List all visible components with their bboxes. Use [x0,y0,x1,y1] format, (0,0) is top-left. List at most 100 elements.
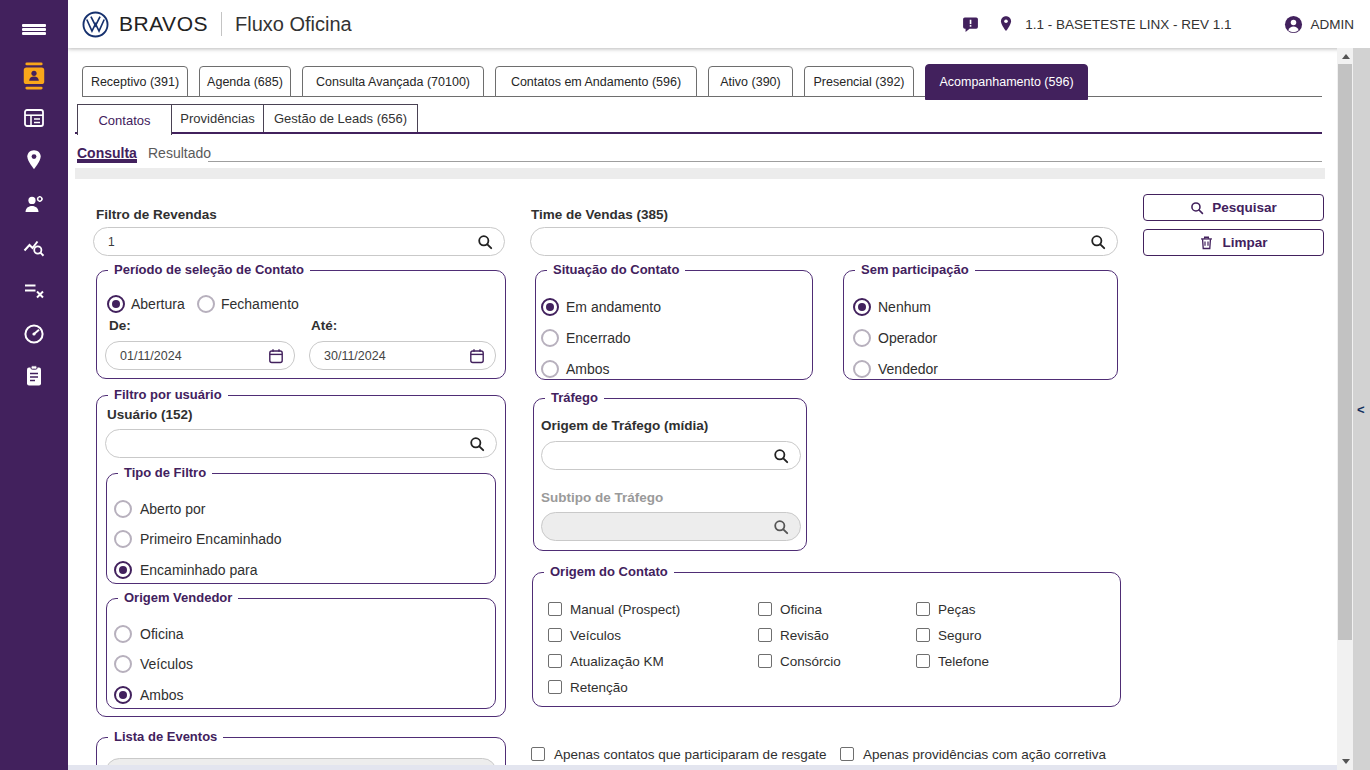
search-icon[interactable] [469,436,485,452]
checkbox-resgate[interactable] [531,747,545,761]
origem-vendedor-legend: Origem Vendedor [118,590,238,606]
sidebar-item-user-settings[interactable] [21,191,47,217]
checkbox-oficina[interactable] [758,602,772,616]
tab-acompanhamento[interactable]: Acompanhamento (596) [925,64,1088,100]
header-divider [221,12,222,36]
usuario-input[interactable] [105,429,497,458]
vertical-scrollbar[interactable] [1337,48,1353,770]
chart-search-icon [22,236,46,260]
calendar-icon[interactable] [268,348,284,364]
tab-gestao-de-leads[interactable]: Gestão de Leads (656) [263,104,418,132]
tab-contatos[interactable]: Contatos [77,104,172,135]
radio-abertura[interactable] [107,295,125,313]
scroll-up-arrow[interactable] [1342,54,1350,59]
checkbox-manual-prospect[interactable] [548,602,562,616]
date-to-input[interactable]: 30/11/2024 [309,341,496,370]
user-settings-icon [22,192,46,216]
sidebar [0,0,68,770]
sidebar-item-list[interactable] [21,105,47,131]
trafego-legend: Tráfego [545,390,604,406]
origem-contato-legend: Origem do Contato [544,564,674,580]
tipo-filtro-legend: Tipo de Filtro [118,465,212,481]
sidebar-item-analytics[interactable] [21,235,47,261]
scroll-down-arrow[interactable] [1342,759,1350,764]
tab-providencias[interactable]: Providências [171,104,264,132]
filtro-usuario-fieldset: Filtro por usuário Usuário (152) Tipo de… [96,395,506,717]
trafego-fieldset: Tráfego Origem de Tráfego (mídia) Subtip… [533,398,807,551]
list-x-icon [22,278,46,302]
situacao-fieldset: Situação do Contato Em andamento Encerra… [535,270,813,380]
page-title: Fluxo Oficina [235,13,352,36]
origem-trafego-label: Origem de Tráfego (mídia) [541,418,708,433]
radio-oficina-vendedor[interactable] [114,625,132,643]
user-avatar-icon[interactable] [1284,15,1303,34]
radio-vendedor[interactable] [853,360,871,378]
tab-ativo[interactable]: Ativo (390) [708,66,793,97]
header: BRAVOS Fluxo Oficina 1.1 - BASETESTE LIN… [68,0,1370,48]
radio-veiculos-vendedor[interactable] [114,655,132,673]
checkbox-retencao[interactable] [548,680,562,694]
date-from-input[interactable]: 01/11/2024 [105,341,295,370]
search-icon[interactable] [773,448,789,464]
divider-band [75,168,1325,179]
revendas-input[interactable]: 1 [93,227,505,256]
tab-presencial[interactable]: Presencial (392) [804,66,914,97]
radio-primeiro-encaminhado[interactable] [114,530,132,548]
checkbox-veiculos[interactable] [548,628,562,642]
radio-nenhum[interactable] [853,298,871,316]
tipo-filtro-fieldset: Tipo de Filtro Aberto por Primeiro Encam… [106,473,496,584]
radio-fechamento[interactable] [197,295,215,313]
search-icon[interactable] [477,234,493,250]
subtipo-trafego-input [541,512,801,541]
periodo-fieldset: Período de seleção de Contato Abertura F… [96,270,506,379]
limpar-button[interactable]: Limpar [1143,229,1324,256]
radio-em-andamento[interactable] [541,298,559,316]
location-pin-icon [22,148,46,172]
bottom-strip [68,765,1337,770]
checkbox-atualizacao-km[interactable] [548,654,562,668]
sidebar-item-reports[interactable] [21,363,47,389]
sidebar-item-dashboard[interactable] [21,321,47,347]
sidebar-item-tasks[interactable] [21,277,47,303]
time-vendas-input[interactable] [530,227,1118,256]
collapse-chevron[interactable]: < [1357,402,1365,417]
pesquisar-button[interactable]: Pesquisar [1143,194,1324,221]
tab-agenda[interactable]: Agenda (685) [199,66,291,97]
sem-participacao-legend: Sem participação [855,262,975,278]
checkbox-pecas[interactable] [916,602,930,616]
checkbox-acao-corretiva[interactable] [840,747,854,761]
search-icon[interactable] [1090,234,1106,250]
ate-label: Até: [311,318,337,333]
tab-receptivo[interactable]: Receptivo (391) [82,66,188,97]
revendas-label: Filtro de Revendas [96,207,217,222]
origem-trafego-input[interactable] [541,441,801,470]
radio-aberto-por[interactable] [114,500,132,518]
menu-toggle-button[interactable] [22,24,46,35]
tab-contatos-em-andamento[interactable]: Contatos em Andamento (596) [495,66,697,97]
sidebar-item-contacts-card[interactable] [21,63,47,89]
radio-encerrado[interactable] [541,329,559,347]
usuario-label: Usuário (152) [107,407,193,422]
sidebar-item-location[interactable] [21,147,47,173]
checkbox-telefone[interactable] [916,654,930,668]
time-vendas-label: Time de Vendas (385) [531,207,668,222]
checkbox-consorcio[interactable] [758,654,772,668]
radio-operador[interactable] [853,329,871,347]
main-tab-bar: Receptivo (391) Agenda (685) Consulta Av… [82,66,1099,100]
vw-logo [82,11,109,38]
tab-resultado-view[interactable]: Resultado [148,145,211,161]
radio-ambos-vendedor[interactable] [114,686,132,704]
environment-label: 1.1 - BASETESTE LINX - REV 1.1 [1025,17,1231,32]
contact-card-icon [21,62,47,90]
radio-ambos-situacao[interactable] [541,360,559,378]
tab-consulta-avancada[interactable]: Consulta Avançada (70100) [302,66,484,97]
location-icon[interactable] [997,15,1015,33]
notifications-icon[interactable] [961,15,980,34]
scrollbar-thumb[interactable] [1338,64,1352,640]
checkbox-revisao[interactable] [758,628,772,642]
view-tabs-line [208,161,1322,162]
calendar-icon[interactable] [469,348,485,364]
checkbox-seguro[interactable] [916,628,930,642]
active-view-underline [77,159,137,163]
radio-encaminhado-para[interactable] [114,561,132,579]
